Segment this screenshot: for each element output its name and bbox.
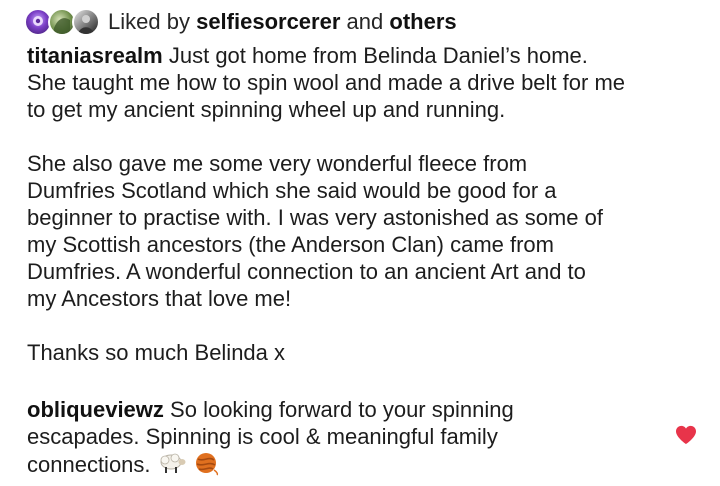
yarn-icon: [193, 450, 219, 482]
likes-prefix: Liked by: [108, 9, 190, 34]
caption-paragraph: titaniasrealm Just got home from Belinda…: [27, 42, 697, 123]
avatar-art-icon: [54, 18, 70, 34]
heart-icon[interactable]: [675, 425, 697, 445]
post-caption: titaniasrealm Just got home from Belinda…: [27, 42, 697, 366]
likes-others-link[interactable]: others: [389, 9, 456, 34]
caption-paragraph: She also gave me some very wonderful fle…: [27, 151, 603, 311]
likes-row[interactable]: Liked by selfiesorcerer and others: [24, 6, 457, 38]
post-caption-view: Liked by selfiesorcerer and others titan…: [0, 0, 720, 486]
sheep-icon: [157, 451, 187, 481]
liker-avatars[interactable]: [24, 7, 102, 37]
likes-summary: Liked by selfiesorcerer and others: [108, 8, 457, 36]
liker-username[interactable]: selfiesorcerer: [196, 9, 340, 34]
comment: obliqueviewz So looking forward to your …: [27, 396, 647, 482]
avatar-art-icon: [78, 15, 94, 34]
likes-joiner: and: [346, 9, 384, 34]
caption-first-line: Just got home from Belinda Daniel’s home…: [168, 43, 588, 68]
avatar-art-icon: [33, 16, 43, 26]
avatar[interactable]: [72, 8, 100, 36]
comment-username[interactable]: obliqueviewz: [27, 397, 164, 422]
caption-paragraph: Thanks so much Belinda x: [27, 340, 286, 365]
caption-username[interactable]: titaniasrealm: [27, 43, 163, 68]
caption-paragraph1-rest: She taught me how to spin wool and made …: [27, 70, 626, 122]
comment-body: obliqueviewz So looking forward to your …: [27, 396, 647, 482]
